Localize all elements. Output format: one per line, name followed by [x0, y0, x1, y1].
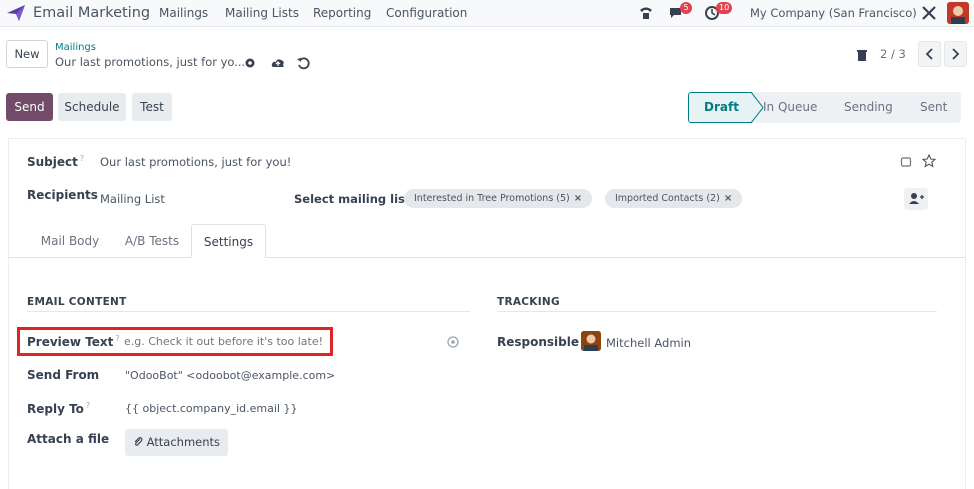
app-title[interactable]: Email Marketing	[33, 5, 150, 21]
select-lists-label: Select mailing lists:	[294, 192, 422, 206]
tag-interested-in-tree-promotions[interactable]: Interested in Tree Promotions (5) ×	[404, 189, 593, 208]
schedule-button[interactable]: Schedule	[58, 93, 126, 121]
tab-ab-tests[interactable]: A/B Tests	[113, 224, 191, 258]
tag-label: Interested in Tree Promotions (5)	[414, 193, 570, 204]
tag-remove-icon[interactable]: ×	[574, 193, 582, 204]
star-icon[interactable]	[922, 154, 936, 168]
send-button[interactable]: Send	[6, 93, 53, 121]
preview-text-label: Preview Text?	[27, 334, 120, 349]
preview-text-input[interactable]	[124, 335, 324, 348]
recipients-select[interactable]: Mailing List	[100, 192, 165, 206]
email-content-title: EMAIL CONTENT	[27, 296, 127, 308]
chevron-right-icon	[952, 48, 960, 60]
pager-previous[interactable]	[918, 41, 941, 67]
undo-icon[interactable]	[296, 56, 310, 70]
cloud-upload-icon[interactable]	[271, 56, 285, 70]
messages-badge: 5	[680, 2, 692, 14]
responsible-label: Responsible	[497, 335, 579, 349]
add-contact-button[interactable]	[904, 188, 928, 210]
tracking-title: TRACKING	[497, 296, 560, 308]
pager-next[interactable]	[944, 41, 967, 67]
menu-configuration[interactable]: Configuration	[386, 6, 467, 20]
menu-mailings[interactable]: Mailings	[159, 6, 208, 20]
new-button[interactable]: New	[6, 40, 48, 68]
reply-to-input[interactable]: {{ object.company_id.email }}	[125, 402, 297, 415]
user-avatar[interactable]	[947, 2, 969, 24]
status-draft[interactable]: Draft	[704, 92, 739, 123]
status-sent[interactable]: Sent	[920, 92, 947, 123]
tag-remove-icon[interactable]: ×	[724, 193, 732, 204]
status-bar: Draft In Queue Sending Sent	[688, 92, 961, 123]
reply-to-label: Reply To?	[27, 401, 91, 416]
status-sending[interactable]: Sending	[844, 92, 893, 123]
menu-mailing-lists[interactable]: Mailing Lists	[225, 6, 299, 20]
send-from-label: Send From	[27, 368, 100, 382]
attachments-label: Attachments	[146, 435, 221, 449]
help-circle-icon[interactable]	[446, 335, 460, 349]
responsible-avatar	[581, 331, 601, 351]
tab-mail-body[interactable]: Mail Body	[27, 224, 113, 258]
attachments-button[interactable]: Attachments	[125, 429, 228, 456]
test-button[interactable]: Test	[132, 93, 172, 121]
email-content-divider	[27, 311, 470, 312]
top-navbar: Email Marketing Mailings Mailing Lists R…	[0, 0, 974, 27]
recipients-label: Recipients	[27, 188, 98, 202]
activities-badge: 10	[716, 2, 733, 14]
pager-value[interactable]: 2 / 3	[880, 47, 906, 61]
tracking-divider	[497, 311, 937, 312]
company-switcher[interactable]: My Company (San Francisco)	[750, 6, 917, 20]
chevron-left-icon	[925, 48, 933, 60]
paperclip-icon	[134, 437, 143, 446]
trash-icon[interactable]	[855, 48, 869, 62]
attach-file-label: Attach a file	[27, 432, 110, 446]
odoo-logo-icon[interactable]	[6, 4, 26, 22]
subject-input[interactable]: Our last promotions, just for you!	[100, 155, 291, 169]
tab-settings[interactable]: Settings	[191, 224, 266, 258]
phone-icon[interactable]	[637, 4, 655, 22]
breadcrumb-current: Our last promotions, just for yo...	[55, 55, 246, 69]
subject-label: Subject?	[27, 154, 85, 169]
tools-icon[interactable]	[920, 4, 938, 22]
lock-icon[interactable]	[899, 155, 913, 169]
send-from-input[interactable]: "OdooBot" <odoobot@example.com>	[125, 369, 335, 382]
status-in-queue[interactable]: In Queue	[763, 92, 817, 123]
tag-label: Imported Contacts (2)	[615, 193, 720, 204]
tag-imported-contacts[interactable]: Imported Contacts (2) ×	[605, 189, 743, 208]
menu-reporting[interactable]: Reporting	[313, 6, 371, 20]
gear-icon[interactable]	[243, 56, 257, 70]
responsible-select[interactable]: Mitchell Admin	[606, 336, 691, 350]
breadcrumb-parent[interactable]: Mailings	[55, 42, 96, 53]
user-plus-icon	[909, 193, 924, 204]
